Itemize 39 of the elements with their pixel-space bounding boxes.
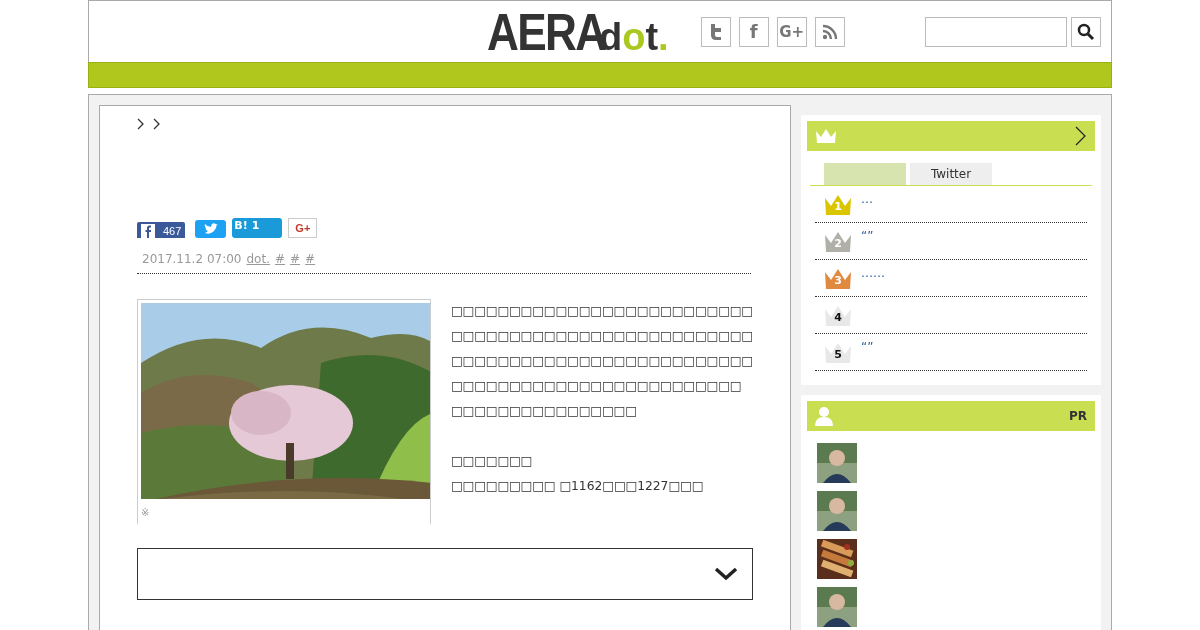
tweet-button[interactable] [195,220,227,238]
dropdown[interactable] [137,548,753,600]
bird-icon [203,223,218,235]
chevron-icon[interactable] [1075,126,1087,146]
rss-icon [821,23,838,40]
article-text: □□□□□□□□□□□□□□□□□□□□□□□□□□ □□□□□□□□□□□□□□□□□□□□□□□□□□ □□□□□□□□□□□□□□□□□□□□□□□□□□ □□□□□□□□□□□□□□□□□□□□□□□□□ □□□□□□□□□□□□□□□□ □□□□□□□ □□□□□□□□□ □1162□□□1227□□□ [450,303,753,495]
ranking-title[interactable]: “” [861,340,874,354]
chevron-down-icon [714,567,738,581]
chevron-icon [153,118,161,130]
tag-link[interactable]: # [274,252,285,266]
pr-label: PR [1068,409,1087,423]
ranking-title[interactable]: … [861,192,873,206]
search-button[interactable] [1071,16,1101,47]
rank-number: 2 [833,237,843,250]
rank-number: 1 [833,200,843,213]
facebook-icon [141,224,155,238]
twitter-button[interactable] [700,16,731,47]
rank-number: 5 [833,348,843,361]
tag-link[interactable]: # [305,252,316,266]
rss-button[interactable] [814,16,845,47]
crown-icon [815,128,837,144]
ranking-title[interactable]: “” [861,229,874,243]
facebook-button[interactable]: f [738,16,769,47]
image-caption: ※ [141,507,151,518]
tag-link[interactable]: dot. [246,252,270,266]
search-field[interactable] [925,16,1067,47]
ranking-title[interactable]: …… [861,266,885,280]
google-plus-button[interactable]: G+ [776,16,807,47]
rank-number: 4 [833,311,843,324]
search-icon [1077,22,1095,41]
hatena-bookmark-button[interactable]: B! 1 [232,218,283,238]
chevron-icon [137,118,145,130]
facebook-share-button[interactable]: 467 [137,222,186,238]
ranking-tab[interactable]: Twitter [910,163,992,185]
google-plus-share-button[interactable]: G+ [288,218,318,238]
rank-number: 3 [833,274,843,287]
tag-link[interactable]: # [290,252,301,266]
person-icon [815,406,833,426]
publish-date: 2017.11.2 07:00 [142,252,242,266]
